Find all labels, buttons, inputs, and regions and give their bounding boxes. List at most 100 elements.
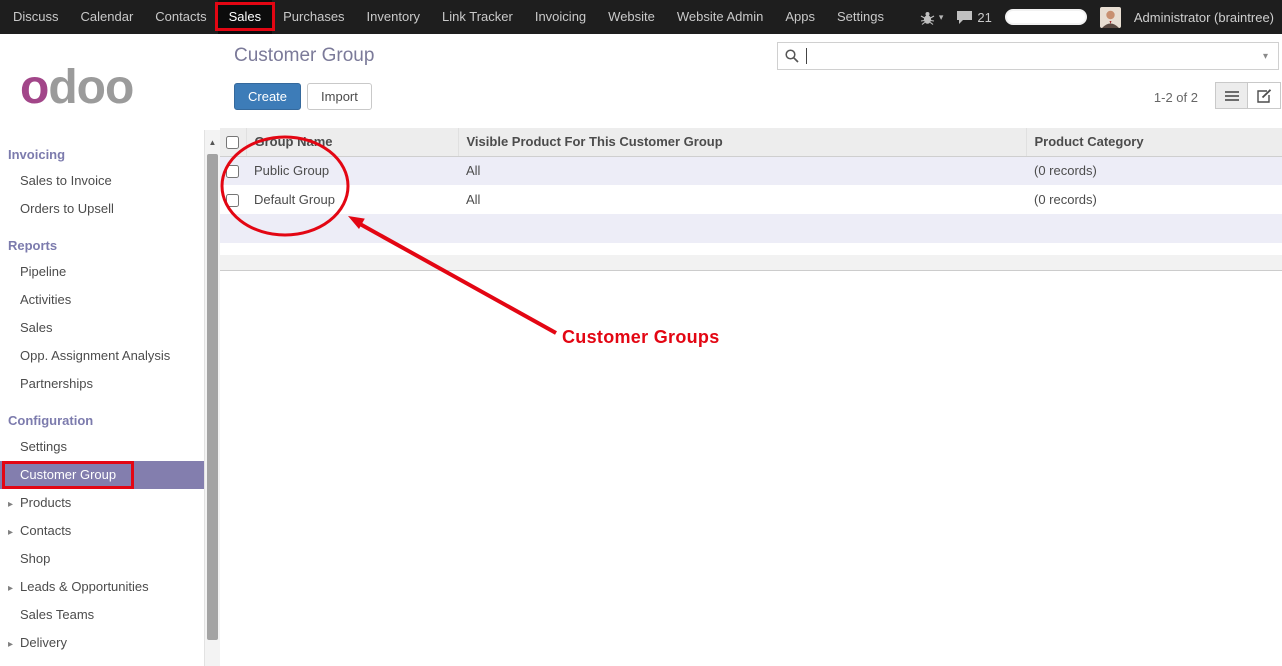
sidebar-item-label: Sales to Invoice [20, 173, 112, 188]
menu-inventory[interactable]: Inventory [356, 0, 431, 34]
row-checkbox[interactable] [226, 165, 239, 178]
sidebar-item-label: Shop [20, 551, 50, 566]
table-row[interactable]: Public Group All (0 records) [220, 156, 1282, 185]
topbar-right: ▾ 21 Administrator (braintree) [920, 7, 1282, 28]
table-row[interactable]: Default Group All (0 records) [220, 185, 1282, 214]
chat-bubble-icon [956, 10, 973, 25]
row-select-cell [220, 156, 246, 185]
menu-sales[interactable]: Sales [218, 0, 273, 34]
sidebar-item-shop[interactable]: Shop [0, 545, 204, 573]
empty-row [220, 243, 1282, 255]
menu-invoicing[interactable]: Invoicing [524, 0, 597, 34]
column-header-visible-product[interactable]: Visible Product For This Customer Group [458, 128, 1026, 156]
create-button[interactable]: Create [234, 83, 301, 110]
scrollbar-thumb[interactable] [207, 154, 218, 640]
sidebar-item-label: Sales [20, 320, 53, 335]
debug-menu[interactable]: ▾ [920, 10, 944, 25]
sidebar-item-sales[interactable]: Sales [0, 314, 204, 342]
sidebar-item-customer-group[interactable]: Customer Group [0, 461, 204, 489]
messages-count: 21 [977, 10, 991, 25]
menu-apps[interactable]: Apps [774, 0, 826, 34]
avatar-image [1100, 7, 1121, 28]
top-menubar: Discuss Calendar Contacts Sales Purchase… [0, 0, 1282, 34]
edit-form-icon [1257, 89, 1272, 103]
odoo-logo[interactable]: odoo [20, 60, 204, 116]
cell-visible-product: All [458, 185, 1026, 214]
main-content: Customer Group ▾ Create Import 1-2 of 2 [220, 34, 1282, 666]
sidebar-item-label: Customer Group [20, 467, 116, 482]
sidebar-section-invoicing: Invoicing [0, 142, 204, 167]
sidebar-item-label: Orders to Upsell [20, 201, 114, 216]
sidebar-item-sales-teams[interactable]: Sales Teams [0, 601, 204, 629]
menu-discuss[interactable]: Discuss [2, 0, 70, 34]
sidebar-item-label: Products [20, 495, 71, 510]
row-checkbox[interactable] [226, 194, 239, 207]
select-all-cell [220, 128, 246, 156]
cell-group-name: Default Group [246, 185, 458, 214]
cell-group-name: Public Group [246, 156, 458, 185]
search-input[interactable] [809, 49, 1259, 64]
menu-calendar[interactable]: Calendar [70, 0, 145, 34]
sidebar-item-pipeline[interactable]: Pipeline [0, 258, 204, 286]
table-header-row: Group Name Visible Product For This Cust… [220, 128, 1282, 156]
empty-row [220, 214, 1282, 243]
menu-website-admin[interactable]: Website Admin [666, 0, 774, 34]
sidebar-item-label: Activities [20, 292, 71, 307]
sidebar-item-leads-opportunities[interactable]: ▸Leads & Opportunities [0, 573, 204, 601]
expand-arrow-icon: ▸ [8, 631, 20, 659]
expand-arrow-icon: ▸ [8, 575, 20, 603]
column-header-product-category[interactable]: Product Category [1026, 128, 1282, 156]
search-icon [784, 48, 800, 64]
menu-settings[interactable]: Settings [826, 0, 895, 34]
sidebar-item-delivery[interactable]: ▸Delivery [0, 629, 204, 657]
sidebar-item-label: Partnerships [20, 376, 93, 391]
sidebar-item-label: Opp. Assignment Analysis [20, 348, 170, 363]
sidebar-item-label: Settings [20, 439, 67, 454]
search-bar[interactable]: ▾ [777, 42, 1279, 70]
list-icon [1225, 90, 1239, 102]
user-menu[interactable]: Administrator (braintree) [1134, 10, 1274, 25]
sidebar-item-settings[interactable]: Settings [0, 433, 204, 461]
sidebar-section-reports: Reports [0, 233, 204, 258]
view-switcher [1215, 82, 1281, 109]
sidebar-item-orders-to-upsell[interactable]: Orders to Upsell [0, 195, 204, 223]
row-select-cell [220, 185, 246, 214]
cell-product-category: (0 records) [1026, 185, 1282, 214]
logo-letters: doo [48, 61, 133, 114]
sidebar-scrollbar[interactable]: ▲ [204, 130, 220, 666]
messages-indicator[interactable]: 21 [956, 10, 991, 25]
scrollbar-up-icon[interactable]: ▲ [205, 138, 220, 147]
select-all-checkbox[interactable] [226, 136, 239, 149]
search-dropdown-icon[interactable]: ▾ [1259, 51, 1272, 62]
sidebar-item-label: Contacts [20, 523, 71, 538]
form-view-button[interactable] [1248, 82, 1281, 109]
menu-link-tracker[interactable]: Link Tracker [431, 0, 524, 34]
sidebar-item-sales-to-invoice[interactable]: Sales to Invoice [0, 167, 204, 195]
sidebar-item-partnerships[interactable]: Partnerships [0, 370, 204, 398]
expand-arrow-icon: ▸ [8, 491, 20, 519]
caret-down-icon: ▾ [939, 12, 944, 23]
sidebar-item-activities[interactable]: Activities [0, 286, 204, 314]
menu-purchases[interactable]: Purchases [272, 0, 355, 34]
action-buttons: Create Import [234, 83, 372, 110]
sidebar-item-products[interactable]: ▸Products [0, 489, 204, 517]
sidebar-item-label: Pipeline [20, 264, 66, 279]
pager: 1-2 of 2 [1154, 90, 1198, 105]
avatar[interactable] [1100, 7, 1121, 28]
table-footer-strip [220, 255, 1282, 270]
import-button[interactable]: Import [307, 83, 372, 110]
sidebar-item-contacts[interactable]: ▸Contacts [0, 517, 204, 545]
list-view-button[interactable] [1215, 82, 1248, 109]
sidebar-item-opp-assignment-analysis[interactable]: Opp. Assignment Analysis [0, 342, 204, 370]
app-menu: Discuss Calendar Contacts Sales Purchase… [0, 0, 895, 34]
menu-website[interactable]: Website [597, 0, 666, 34]
status-pill [1005, 9, 1087, 25]
expand-arrow-icon: ▸ [8, 519, 20, 547]
column-header-group-name[interactable]: Group Name [246, 128, 458, 156]
sidebar: odoo Invoicing Sales to Invoice Orders t… [0, 34, 204, 666]
bug-icon [920, 10, 935, 25]
sidebar-item-label: Sales Teams [20, 607, 94, 622]
menu-contacts[interactable]: Contacts [144, 0, 217, 34]
cell-visible-product: All [458, 156, 1026, 185]
sidebar-section-configuration: Configuration [0, 408, 204, 433]
